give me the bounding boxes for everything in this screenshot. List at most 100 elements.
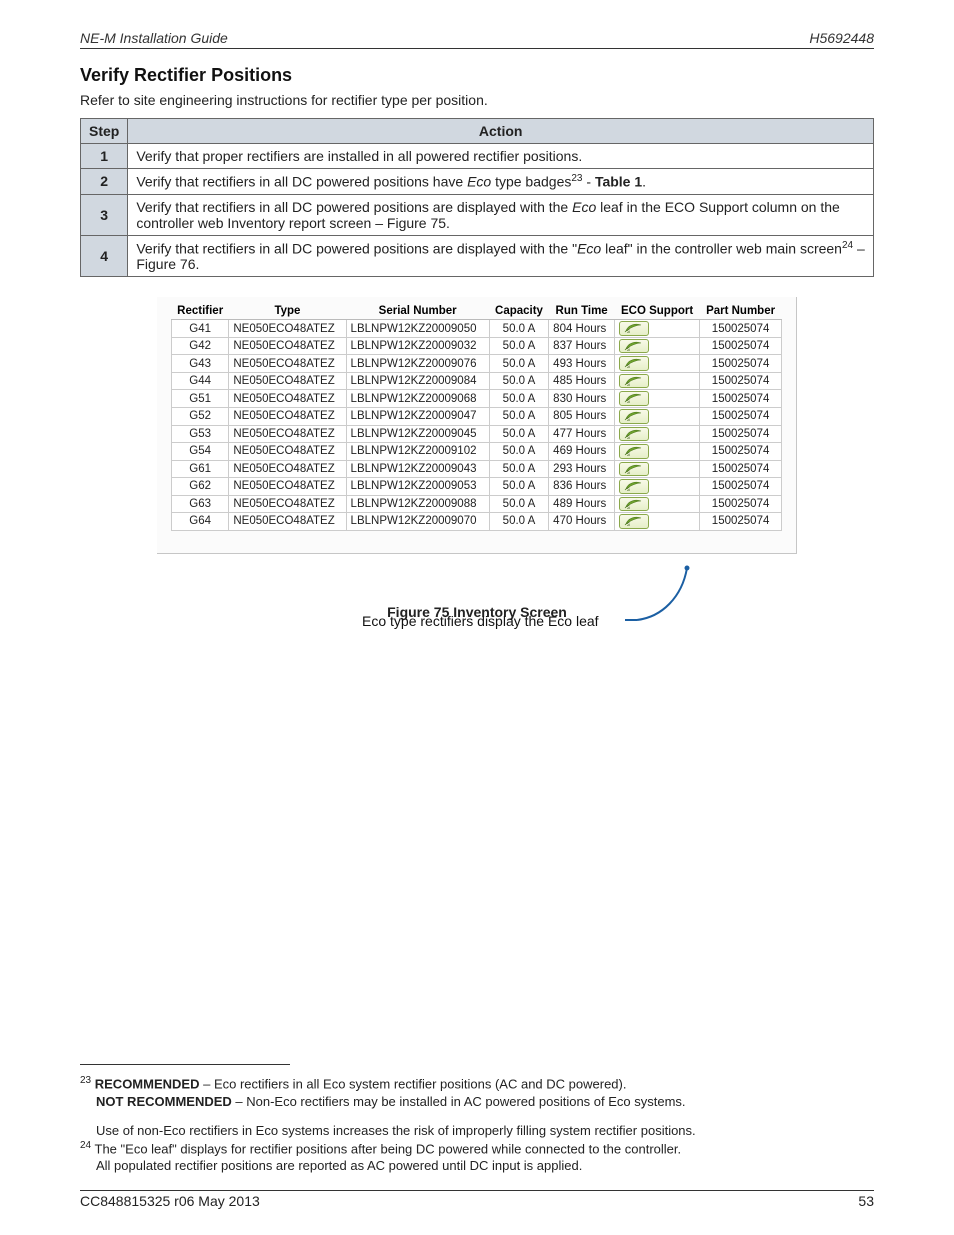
inv-cell: s <box>615 407 700 425</box>
eco-leaf-icon: s <box>619 444 649 459</box>
fn23-line3: Use of non-Eco rectifiers in Eco systems… <box>80 1123 874 1138</box>
footer-left: CC848815325 r06 May 2013 <box>80 1193 260 1209</box>
inv-cell: 150025074 <box>700 407 782 425</box>
inv-cell: 830 Hours <box>549 390 615 408</box>
inv-cell: 150025074 <box>700 355 782 373</box>
inv-cell: NE050ECO48ATEZ <box>229 425 346 443</box>
inv-cell: G42 <box>172 337 229 355</box>
inv-cell: LBLNPW12KZ20009088 <box>346 495 489 513</box>
inv-cell: NE050ECO48ATEZ <box>229 443 346 461</box>
inv-cell: s <box>615 460 700 478</box>
inv-cell: G64 <box>172 513 229 531</box>
inv-cell: G54 <box>172 443 229 461</box>
inv-row: G62NE050ECO48ATEZLBLNPW12KZ2000905350.0 … <box>172 478 782 496</box>
col-action: Action <box>128 119 874 144</box>
inv-cell: 50.0 A <box>489 513 548 531</box>
step-index: 3 <box>81 194 128 235</box>
inv-cell: LBLNPW12KZ20009053 <box>346 478 489 496</box>
page-header: NE-M Installation Guide H5692448 <box>80 30 874 49</box>
step-action: Verify that rectifiers in all DC powered… <box>128 235 874 277</box>
inv-cell: NE050ECO48ATEZ <box>229 390 346 408</box>
inv-cell: NE050ECO48ATEZ <box>229 320 346 338</box>
fn23-notrec: NOT RECOMMENDED <box>96 1094 232 1109</box>
doc-code: H5692448 <box>809 30 874 46</box>
inv-cell: LBLNPW12KZ20009102 <box>346 443 489 461</box>
svg-text:s: s <box>627 329 630 334</box>
fn23-rec-rest: – Eco rectifiers in all Eco system recti… <box>199 1077 626 1092</box>
inv-col-header: Capacity <box>489 303 548 320</box>
eco-leaf-icon: s <box>619 409 649 424</box>
step-table: Step Action 1Verify that proper rectifie… <box>80 118 874 277</box>
inv-col-header: Rectifier <box>172 303 229 320</box>
inv-cell: 50.0 A <box>489 495 548 513</box>
step-index: 2 <box>81 169 128 195</box>
section-title: Verify Rectifier Positions <box>80 65 874 86</box>
inv-cell: 50.0 A <box>489 425 548 443</box>
fn24-line2: All populated rectifier positions are re… <box>80 1158 874 1173</box>
eco-leaf-icon: s <box>619 462 649 477</box>
inv-cell: LBLNPW12KZ20009043 <box>346 460 489 478</box>
inv-cell: NE050ECO48ATEZ <box>229 372 346 390</box>
inv-cell: NE050ECO48ATEZ <box>229 337 346 355</box>
svg-text:s: s <box>627 452 630 457</box>
inv-cell: 50.0 A <box>489 355 548 373</box>
inv-cell: 50.0 A <box>489 337 548 355</box>
inv-cell: G41 <box>172 320 229 338</box>
inv-cell: LBLNPW12KZ20009084 <box>346 372 489 390</box>
inv-cell: 50.0 A <box>489 372 548 390</box>
inv-col-header: Type <box>229 303 346 320</box>
step-index: 1 <box>81 144 128 169</box>
svg-text:s: s <box>627 435 630 440</box>
inv-row: G51NE050ECO48ATEZLBLNPW12KZ2000906850.0 … <box>172 390 782 408</box>
inv-cell: 470 Hours <box>549 513 615 531</box>
svg-text:s: s <box>627 347 630 352</box>
inv-cell: 150025074 <box>700 495 782 513</box>
inv-cell: 50.0 A <box>489 407 548 425</box>
eco-leaf-icon: s <box>619 321 649 336</box>
inv-cell: 150025074 <box>700 443 782 461</box>
inv-cell: G61 <box>172 460 229 478</box>
inv-cell: G53 <box>172 425 229 443</box>
eco-leaf-icon: s <box>619 427 649 442</box>
inv-cell: LBLNPW12KZ20009050 <box>346 320 489 338</box>
inv-cell: s <box>615 478 700 496</box>
step-action: Verify that proper rectifiers are instal… <box>128 144 874 169</box>
inv-cell: 150025074 <box>700 460 782 478</box>
doc-title: NE-M Installation Guide <box>80 30 228 46</box>
svg-text:s: s <box>627 505 630 510</box>
page-footer: CC848815325 r06 May 2013 53 <box>80 1190 874 1209</box>
inv-col-header: ECO Support <box>615 303 700 320</box>
inv-cell: NE050ECO48ATEZ <box>229 355 346 373</box>
inv-cell: 50.0 A <box>489 443 548 461</box>
inv-cell: NE050ECO48ATEZ <box>229 495 346 513</box>
inv-cell: 837 Hours <box>549 337 615 355</box>
inventory-figure: RectifierTypeSerial NumberCapacityRun Ti… <box>157 297 797 553</box>
inv-cell: 150025074 <box>700 390 782 408</box>
inv-cell: NE050ECO48ATEZ <box>229 460 346 478</box>
callout-text: Eco type rectifiers display the Eco leaf <box>362 613 599 629</box>
inv-cell: 150025074 <box>700 513 782 531</box>
inv-row: G43NE050ECO48ATEZLBLNPW12KZ2000907650.0 … <box>172 355 782 373</box>
col-step: Step <box>81 119 128 144</box>
svg-text:s: s <box>627 399 630 404</box>
inv-row: G63NE050ECO48ATEZLBLNPW12KZ2000908850.0 … <box>172 495 782 513</box>
inv-cell: 477 Hours <box>549 425 615 443</box>
step-action: Verify that rectifiers in all DC powered… <box>128 194 874 235</box>
inv-cell: 150025074 <box>700 425 782 443</box>
inv-cell: s <box>615 495 700 513</box>
inv-cell: 150025074 <box>700 320 782 338</box>
inv-cell: LBLNPW12KZ20009032 <box>346 337 489 355</box>
inv-cell: 150025074 <box>700 478 782 496</box>
fn23-notrec-rest: – Non-Eco rectifiers may be installed in… <box>232 1094 686 1109</box>
eco-leaf-icon: s <box>619 374 649 389</box>
inv-cell: G43 <box>172 355 229 373</box>
inv-cell: NE050ECO48ATEZ <box>229 478 346 496</box>
inv-cell: 150025074 <box>700 337 782 355</box>
svg-text:s: s <box>627 470 630 475</box>
inv-row: G54NE050ECO48ATEZLBLNPW12KZ2000910250.0 … <box>172 443 782 461</box>
inv-cell: s <box>615 320 700 338</box>
intro-line: Refer to site engineering instructions f… <box>80 92 874 108</box>
inv-row: G44NE050ECO48ATEZLBLNPW12KZ2000908450.0 … <box>172 372 782 390</box>
inv-col-header: Serial Number <box>346 303 489 320</box>
inv-cell: NE050ECO48ATEZ <box>229 407 346 425</box>
